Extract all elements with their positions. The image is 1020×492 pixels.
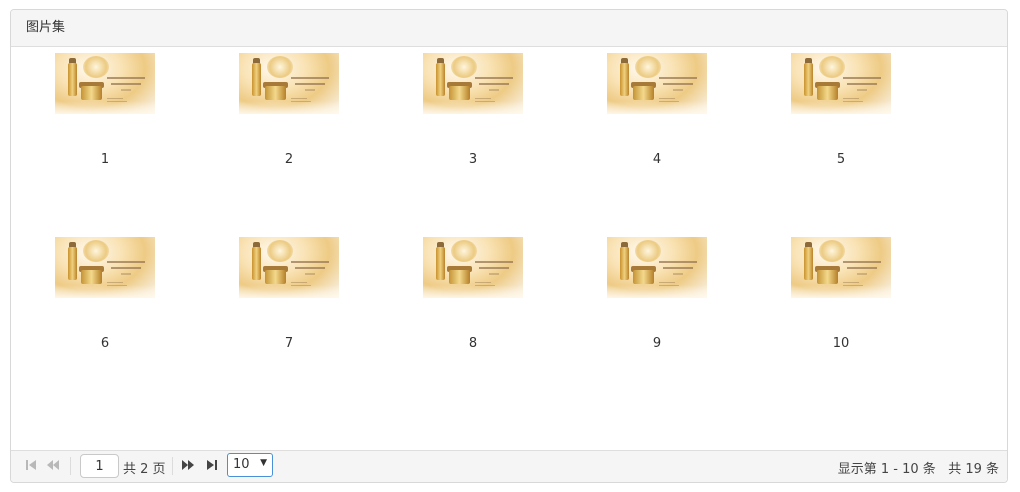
gallery-item[interactable]: 3 <box>423 53 523 168</box>
gallery-thumbnail[interactable] <box>239 53 339 114</box>
gallery-item-label: 10 <box>832 336 850 351</box>
gallery-thumbnail[interactable] <box>55 53 155 114</box>
gallery-thumbnail[interactable] <box>423 237 523 298</box>
last-page-icon[interactable] <box>206 459 220 473</box>
pagination-info: 显示第 1 - 10 条 共 19 条 <box>838 458 999 477</box>
pager-divider <box>172 457 173 475</box>
gallery-item[interactable]: 8 <box>423 237 523 352</box>
caret-down-icon: ▼ <box>260 458 267 468</box>
gallery-item[interactable]: 7 <box>239 237 339 352</box>
gallery-item-label: 2 <box>284 152 294 167</box>
gallery-item-label: 3 <box>468 152 478 167</box>
total-pages-label: 共 2 页 <box>123 462 166 477</box>
gallery-item[interactable]: 2 <box>239 53 339 168</box>
total-records-text: 共 19 条 <box>948 462 999 477</box>
pager-divider <box>70 457 71 475</box>
gallery-item-label: 7 <box>284 336 294 351</box>
gallery-item-label: 1 <box>100 152 110 167</box>
page-number-input[interactable] <box>80 454 119 478</box>
gallery-item-label: 8 <box>468 336 478 351</box>
prev-page-icon[interactable] <box>46 459 60 473</box>
gallery-thumbnail[interactable] <box>423 53 523 114</box>
next-page-icon[interactable] <box>181 459 195 473</box>
gallery-item-label: 5 <box>836 152 846 167</box>
gallery-item[interactable]: 6 <box>55 237 155 352</box>
gallery-item-label: 9 <box>652 336 662 351</box>
gallery-item-label: 4 <box>652 152 662 167</box>
gallery-thumbnail[interactable] <box>607 237 707 298</box>
gallery-item[interactable]: 4 <box>607 53 707 168</box>
gallery-item[interactable]: 1 <box>55 53 155 168</box>
gallery-item[interactable]: 10 <box>791 237 891 352</box>
pagination-bar: 共 2 页 10 ▼ 显示第 1 - 10 条 共 19 条 <box>11 450 1007 482</box>
gallery-thumbnail[interactable] <box>239 237 339 298</box>
gallery-item[interactable]: 5 <box>791 53 891 168</box>
gallery-thumbnail[interactable] <box>607 53 707 114</box>
image-gallery-panel: 图片集 1 2 3 4 5 6 7 8 9 10 共 2 页 10 ▼ 显示第 1 - 10 条 … <box>10 9 1008 483</box>
range-text: 显示第 1 - 10 条 <box>837 462 936 477</box>
gallery-thumbnail[interactable] <box>55 237 155 298</box>
panel-header: 图片集 <box>11 10 1007 47</box>
gallery-thumbnail[interactable] <box>791 53 891 114</box>
page-size-value: 10 <box>233 457 250 472</box>
gallery-item[interactable]: 9 <box>607 237 707 352</box>
page-size-select[interactable]: 10 ▼ <box>227 453 273 477</box>
gallery-item-label: 6 <box>100 336 110 351</box>
first-page-icon[interactable] <box>25 459 39 473</box>
gallery-thumbnail[interactable] <box>791 237 891 298</box>
image-gallery: 1 2 3 4 5 6 7 8 9 10 <box>11 47 1007 450</box>
panel-title: 图片集 <box>26 20 66 35</box>
